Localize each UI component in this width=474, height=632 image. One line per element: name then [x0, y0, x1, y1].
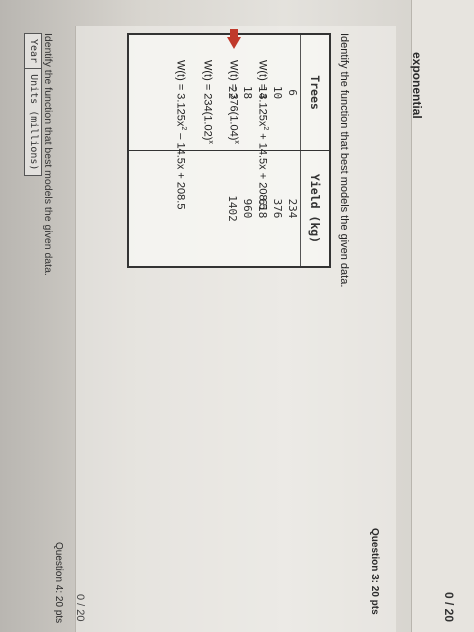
table-header-yield: Yield (kg) [300, 151, 329, 266]
option-text: – 14.5x + 208.5 [174, 130, 187, 210]
divider [75, 26, 76, 632]
table-cell: 1402 [226, 195, 239, 222]
quiz-page: exponential 0 / 20 Question 3: 20 pts Id… [0, 0, 474, 632]
option-text: W(t) = 3.125x [256, 60, 269, 127]
option-text: W(t) = 234(1.02) [201, 60, 214, 141]
table-header-units: Units (millions) [28, 74, 39, 171]
table-header-year: Year [25, 34, 41, 70]
question-4-label: Question 4: 20 pts [53, 542, 64, 624]
table-cell: 10 [271, 85, 284, 100]
question-4-prompt: Identify the function that best models t… [42, 33, 54, 276]
selected-answer-arrow-icon [227, 37, 241, 49]
table-cell: 18 [241, 85, 254, 100]
table-cell: 376 [271, 198, 284, 219]
answer-option-d[interactable]: W(t) = 3.125x2 – 14.5x + 208.5 [174, 60, 187, 209]
answer-option-c[interactable]: W(t) = 234(1.02)x [201, 60, 214, 144]
option-superscript: x [233, 140, 240, 144]
answer-option-b[interactable]: W(t) = 376(1.04)x [227, 60, 240, 144]
photo-background: exponential 0 / 20 Question 3: 20 pts Id… [0, 0, 474, 632]
score-badge: 0 / 20 [442, 592, 456, 623]
table-header-trees: Trees [300, 35, 329, 150]
option-text: + 14.5x + 208.5 [256, 130, 269, 210]
table-cell: 234 [286, 198, 299, 219]
table-cell: 960 [241, 198, 254, 219]
answer-option-a[interactable]: W(t) = 3.125x2 + 14.5x + 208.5 [256, 60, 269, 210]
question-3-label: Question 3: 20 pts [369, 528, 380, 615]
page-title: exponential [410, 52, 424, 119]
question-3-prompt: Identify the function that best models t… [338, 33, 350, 288]
question-4-table-header: Year Units (millions) [24, 33, 42, 177]
option-superscript: x [207, 140, 214, 144]
table-cell: 6 [286, 89, 299, 96]
option-text: W(t) = 3.125x [174, 60, 187, 127]
option-text: W(t) = 376(1.04) [227, 60, 240, 141]
table-column-yield: Yield (kg) 234 376 618 960 1402 [129, 151, 329, 266]
